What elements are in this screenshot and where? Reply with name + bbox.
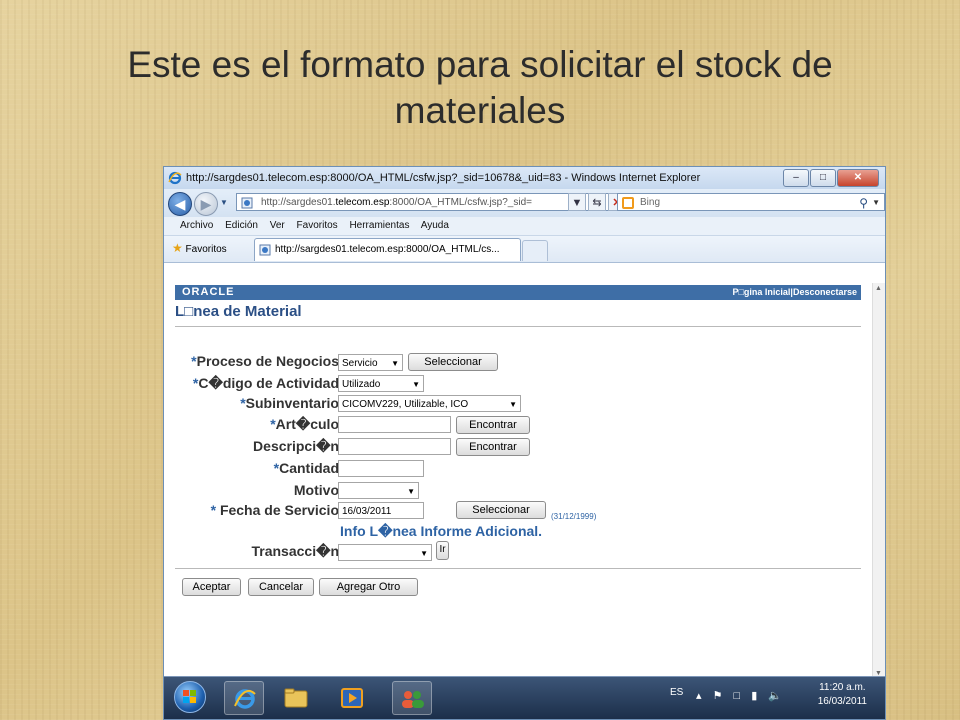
window-title: http://sargdes01.telecom.esp:8000/OA_HTM… bbox=[186, 172, 701, 184]
articulo-encontrar-button[interactable]: Encontrar bbox=[456, 416, 530, 434]
address-dropdown-icon[interactable]: ▼ bbox=[568, 193, 586, 211]
history-dropdown-icon[interactable]: ▼ bbox=[220, 198, 228, 207]
divider bbox=[175, 326, 861, 327]
scroll-up-icon[interactable]: ▲ bbox=[875, 285, 882, 292]
taskbar-ie[interactable] bbox=[224, 681, 264, 715]
taskbar-media[interactable] bbox=[332, 681, 372, 715]
maximize-button[interactable]: □ bbox=[810, 169, 836, 187]
address-suffix: :8000/OA_HTML/csfw.jsp?_sid= bbox=[389, 197, 532, 208]
page-title: L□nea de Material bbox=[175, 303, 302, 320]
oracle-header: ORACLE P□gina Inicial|Desconectarse bbox=[175, 285, 861, 300]
articulo-label: *Art�culo bbox=[270, 416, 339, 432]
proceso-seleccionar-button[interactable]: Seleccionar bbox=[408, 353, 498, 371]
taskbar: ES ▴ ⚑ □ ▮ 🔈 11:20 a.m. 16/03/2011 bbox=[164, 676, 885, 719]
language-indicator[interactable]: ES bbox=[670, 687, 683, 698]
address-input[interactable]: http://sargdes01.telecom.esp:8000/OA_HTM… bbox=[236, 193, 612, 211]
codigo-select[interactable]: Utilizado ▼ bbox=[338, 375, 424, 392]
subinventario-select[interactable]: CICOMV229, Utilizable, ICO ▼ bbox=[338, 395, 521, 412]
chevron-down-icon: ▼ bbox=[391, 359, 399, 368]
clock-time: 11:20 a.m. bbox=[819, 682, 866, 693]
cancelar-button[interactable]: Cancelar bbox=[248, 578, 314, 596]
bing-icon bbox=[622, 197, 634, 209]
search-icon[interactable]: ⚲ bbox=[859, 194, 868, 212]
menu-archivo[interactable]: Archivo bbox=[180, 220, 213, 231]
cantidad-label: *Cantidad bbox=[273, 460, 339, 476]
browser-window: http://sargdes01.telecom.esp:8000/OA_HTM… bbox=[163, 166, 886, 720]
search-input[interactable]: Bing ⚲ ▼ bbox=[617, 193, 885, 211]
info-linea-link[interactable]: Info L�nea Informe Adicional. bbox=[340, 523, 542, 540]
menu-edicion[interactable]: Edición bbox=[225, 220, 258, 231]
tab-active[interactable]: http://sargdes01.telecom.esp:8000/OA_HTM… bbox=[254, 238, 521, 261]
favorites-label: Favoritos bbox=[185, 244, 227, 255]
proceso-label: *Proceso de Negocios bbox=[191, 353, 339, 369]
subinventario-label: *Subinventario bbox=[240, 395, 339, 411]
transaccion-select[interactable]: ▼ bbox=[338, 544, 432, 561]
cantidad-input[interactable] bbox=[338, 460, 424, 477]
descripcion-label: Descripci�n bbox=[253, 438, 339, 454]
slide-title: Este es el formato para solicitar el sto… bbox=[127, 44, 833, 131]
descripcion-input[interactable] bbox=[338, 438, 451, 455]
menu-bar: Archivo Edición Ver Favoritos Herramient… bbox=[164, 217, 885, 236]
address-domain: telecom.esp bbox=[335, 197, 390, 208]
page-content: ORACLE P□gina Inicial|Desconectarse L□ne… bbox=[164, 283, 873, 679]
favorites-button[interactable]: ★ Favoritos bbox=[172, 241, 227, 255]
close-button[interactable]: ✕ bbox=[837, 169, 879, 187]
refresh-icon[interactable]: ⇆ bbox=[588, 193, 606, 211]
motivo-label: Motivo bbox=[293, 482, 339, 498]
descripcion-encontrar-button[interactable]: Encontrar bbox=[456, 438, 530, 456]
ir-button[interactable]: Ir bbox=[436, 541, 449, 560]
page-icon bbox=[241, 197, 253, 209]
aceptar-button[interactable]: Aceptar bbox=[182, 578, 241, 596]
window-titlebar[interactable]: http://sargdes01.telecom.esp:8000/OA_HTM… bbox=[164, 167, 885, 189]
oracle-logo: ORACLE bbox=[182, 286, 235, 298]
address-prefix: http://sargdes01. bbox=[261, 197, 336, 208]
ie-logo-icon bbox=[168, 171, 182, 185]
header-links[interactable]: P□gina Inicial|Desconectarse bbox=[732, 285, 857, 300]
fecha-seleccionar-button[interactable]: Seleccionar bbox=[456, 501, 546, 519]
ie-icon bbox=[234, 689, 256, 709]
windows-logo-icon bbox=[183, 690, 196, 703]
new-tab-button[interactable] bbox=[522, 240, 548, 261]
fecha-label: * Fecha de Servicio bbox=[210, 502, 339, 518]
vertical-scrollbar[interactable]: ▲ ▼ bbox=[872, 283, 885, 679]
minimize-button[interactable]: – bbox=[783, 169, 809, 187]
articulo-input[interactable] bbox=[338, 416, 451, 433]
taskbar-explorer[interactable] bbox=[276, 681, 316, 715]
menu-favoritos[interactable]: Favoritos bbox=[297, 220, 338, 231]
forward-button[interactable]: ▶ bbox=[194, 192, 218, 216]
codigo-label: *C�digo de Actividad bbox=[192, 375, 339, 391]
proceso-select[interactable]: Servicio ▼ bbox=[338, 354, 403, 371]
media-player-icon bbox=[341, 688, 363, 708]
fecha-hint: (31/12/1999) bbox=[551, 512, 597, 521]
chevron-down-icon: ▼ bbox=[509, 400, 517, 409]
chevron-down-icon: ▼ bbox=[407, 487, 415, 496]
clock[interactable]: 11:20 a.m. 16/03/2011 bbox=[818, 681, 867, 709]
star-icon: ★ bbox=[172, 241, 183, 255]
start-button[interactable] bbox=[174, 681, 206, 713]
search-dropdown-icon[interactable]: ▼ bbox=[872, 194, 880, 212]
page-icon bbox=[259, 244, 271, 256]
chevron-down-icon: ▼ bbox=[412, 380, 420, 389]
clock-date: 16/03/2011 bbox=[817, 696, 867, 707]
menu-ver[interactable]: Ver bbox=[270, 220, 285, 231]
tab-label: http://sargdes01.telecom.esp:8000/OA_HTM… bbox=[275, 244, 500, 255]
motivo-select[interactable]: ▼ bbox=[338, 482, 419, 499]
taskbar-messenger[interactable] bbox=[392, 681, 432, 715]
divider bbox=[175, 568, 861, 569]
users-icon bbox=[402, 691, 424, 708]
back-button[interactable]: ◀ bbox=[168, 192, 192, 216]
menu-ayuda[interactable]: Ayuda bbox=[421, 220, 449, 231]
chevron-down-icon: ▼ bbox=[420, 549, 428, 558]
favorites-bar: ★ Favoritos http://sargdes01.telecom.esp… bbox=[164, 236, 885, 263]
folder-icon bbox=[284, 688, 308, 708]
tray-icons[interactable]: ▴ ⚑ □ ▮ 🔈 bbox=[696, 689, 786, 702]
menu-herramientas[interactable]: Herramientas bbox=[349, 220, 409, 231]
transaccion-label: Transacci�n bbox=[251, 543, 339, 559]
fecha-input[interactable]: 16/03/2011 bbox=[338, 502, 424, 519]
search-placeholder: Bing bbox=[640, 197, 661, 208]
address-toolbar: ◀ ▶ ▼ http://sargdes01.telecom.esp:8000/… bbox=[164, 189, 885, 217]
agregar-otro-button[interactable]: Agregar Otro bbox=[319, 578, 418, 596]
